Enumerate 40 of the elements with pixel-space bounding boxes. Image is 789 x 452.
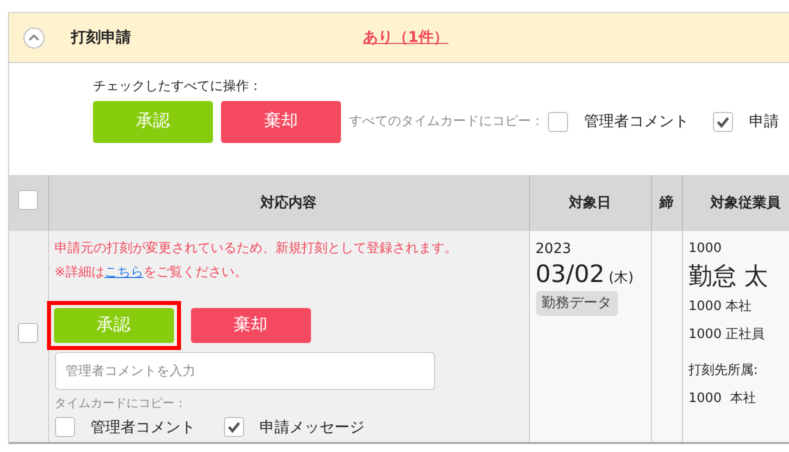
weekday-text: (木) — [608, 269, 634, 288]
employee-name: 勤怠 太 — [688, 261, 770, 291]
bulk-action-label: チェックしたすべてに操作： — [93, 78, 263, 96]
reject-button[interactable]: 棄却 — [221, 100, 341, 142]
column-header: 対応内容 — [48, 175, 529, 231]
checkbox-label: 申請メッセージ — [260, 417, 364, 438]
comment-field[interactable]: 管理者コメントを入力 — [54, 352, 434, 390]
approve-button[interactable]: 承認 — [54, 308, 174, 343]
stamp-office-text: 1000 本社 — [688, 390, 757, 408]
column-header: 締 — [651, 175, 682, 231]
office-text: 1000 本社 — [688, 298, 753, 316]
section-title: 打刻申請 — [71, 27, 131, 48]
status-link[interactable]: あり（1件） — [363, 26, 448, 49]
checkbox[interactable] — [713, 112, 733, 132]
checkbox[interactable] — [54, 417, 74, 438]
employee-code: 1000 — [688, 240, 723, 258]
checkbox-label: 管理者コメント — [90, 417, 196, 438]
column-header: 対象従業員 — [682, 175, 789, 231]
column-header: 対象日 — [529, 175, 651, 231]
detail-note: ※詳細はこちら をご覧ください。 — [54, 264, 248, 282]
detail-link[interactable]: こちら — [104, 265, 144, 280]
employment-type-text: 1000 正社員 — [688, 326, 766, 344]
date-text: 03/02 — [536, 260, 605, 288]
check-icon — [226, 420, 240, 434]
approve-button[interactable]: 承認 — [93, 100, 213, 142]
warning-message: 申請元の打刻が変更されているため、新規打刻として登録されます。 — [54, 240, 458, 258]
checkbox-label: 申請 — [749, 111, 779, 132]
collapse-icon[interactable] — [23, 26, 45, 48]
checkbox[interactable] — [548, 112, 568, 132]
reject-button[interactable]: 棄却 — [190, 308, 310, 343]
check-icon — [716, 114, 730, 128]
data-tag: 勤務データ — [536, 291, 618, 316]
checkbox-label: 管理者コメント — [584, 111, 689, 132]
checkbox[interactable] — [224, 417, 244, 438]
checkbox[interactable] — [18, 190, 38, 210]
copy-label: タイムカードにコピー： — [54, 395, 188, 412]
stamp-office-label: 打刻先所属: — [688, 362, 759, 380]
copy-label: すべてのタイムカードにコピー： — [349, 112, 544, 131]
year-text: 2023 — [536, 240, 572, 259]
checkbox[interactable] — [18, 323, 38, 343]
